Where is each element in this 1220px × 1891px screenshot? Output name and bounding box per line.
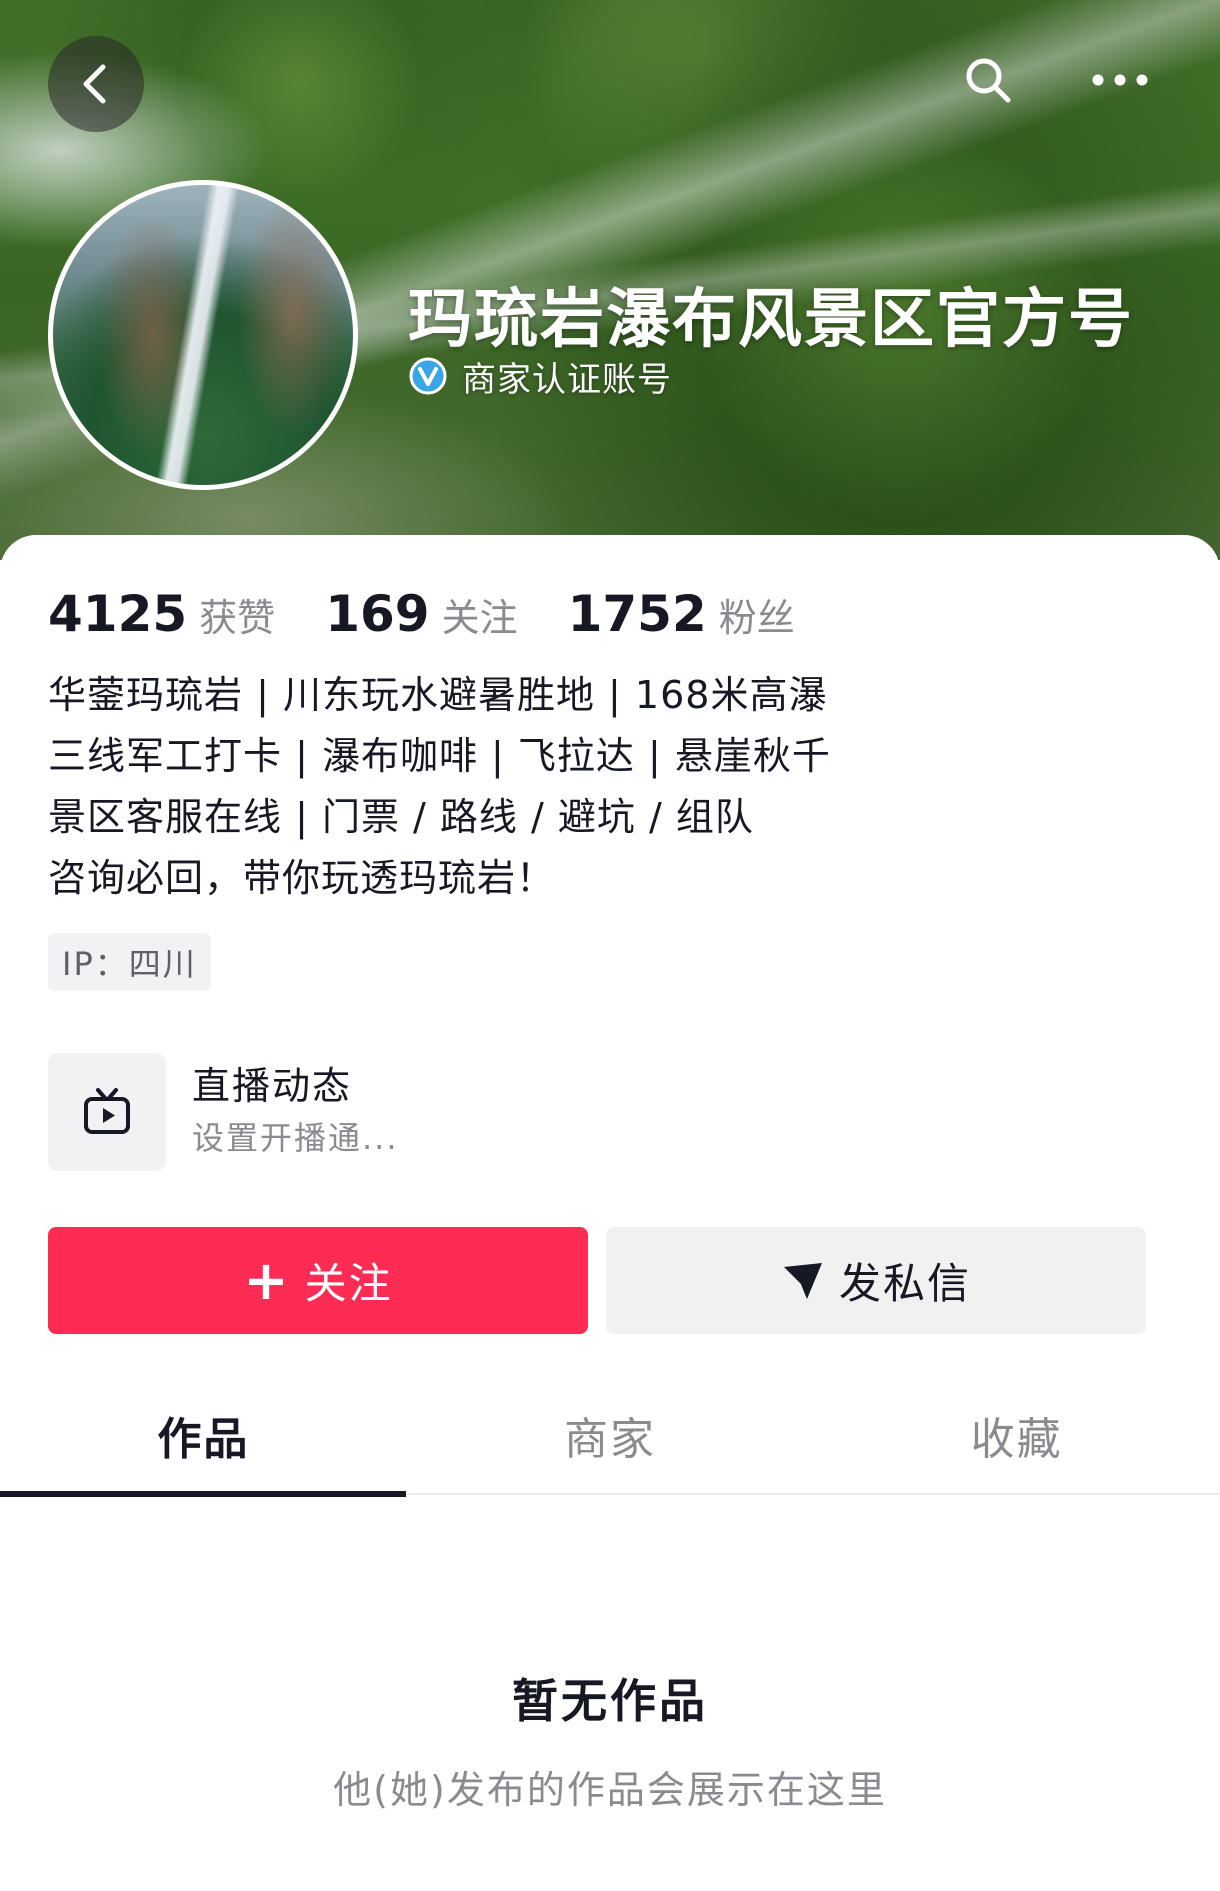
follow-label: 关注 (304, 1259, 393, 1308)
chevron-left-icon (83, 64, 106, 104)
search-icon (966, 58, 1011, 103)
verified-label: 商家认证账号 (462, 359, 672, 400)
back-button[interactable] (48, 36, 144, 132)
bio: 华蓥玛琉岩 | 川东玩水避暑胜地 | 168米高瀑 三线军工打卡 | 瀑布咖啡 … (48, 665, 1148, 909)
plus-icon: + (243, 1248, 291, 1312)
stat-followers-value: 1752 (567, 585, 707, 643)
live-icon-box (48, 1053, 166, 1171)
stat-followers[interactable]: 1752 粉丝 (568, 585, 795, 643)
more-button[interactable] (1072, 32, 1168, 128)
stat-following-value: 169 (325, 585, 430, 643)
message-label: 发私信 (838, 1259, 971, 1308)
live-text: 直播动态 设置开播通... (192, 1060, 399, 1164)
empty-state: 暂无作品 他(她)发布的作品会展示在这里 (0, 1665, 1220, 1814)
live-subtitle: 设置开播通... (192, 1119, 399, 1157)
account-name: 玛琉岩瀑布风景区官方号 (408, 283, 1134, 357)
search-button[interactable] (940, 32, 1036, 128)
follow-button[interactable]: + 关注 (48, 1227, 588, 1334)
live-title: 直播动态 (192, 1064, 353, 1108)
stat-likes[interactable]: 4125 获赞 (48, 585, 275, 643)
avatar[interactable] (48, 180, 358, 490)
bio-line: 咨询必回，带你玩透玛琉岩！ (48, 856, 556, 900)
empty-title: 暂无作品 (512, 1674, 708, 1728)
profile-card: 4125 获赞 169 关注 1752 粉丝 华蓥玛琉岩 | 川东玩水避暑胜地 … (0, 535, 1220, 1891)
action-buttons: + 关注 发私信 (48, 1227, 1146, 1334)
empty-subtitle: 他(她)发布的作品会展示在这里 (333, 1768, 887, 1812)
bio-line: 华蓥玛琉岩 | 川东玩水避暑胜地 | 168米高瀑 (48, 673, 828, 717)
tv-play-icon (84, 1088, 130, 1134)
stat-following-label: 关注 (441, 596, 518, 640)
verified-badge[interactable]: 商家认证账号 (408, 354, 672, 400)
stat-likes-value: 4125 (48, 585, 188, 643)
stat-likes-label: 获赞 (199, 596, 276, 640)
bio-line: 景区客服在线 | 门票 / 路线 / 避坑 / 组队 (48, 795, 754, 839)
stats-row: 4125 获赞 169 关注 1752 粉丝 (48, 585, 845, 643)
tab-favorites[interactable]: 收藏 (813, 1375, 1220, 1495)
stat-followers-label: 粉丝 (718, 596, 795, 640)
stat-following[interactable]: 169 关注 (325, 585, 517, 643)
message-button[interactable]: 发私信 (606, 1227, 1146, 1334)
bio-line: 三线军工打卡 | 瀑布咖啡 | 飞拉达 | 悬崖秋千 (48, 734, 831, 778)
content-tabs: 作品 商家 收藏 (0, 1375, 1220, 1497)
verified-badge-icon (409, 357, 447, 395)
tab-works[interactable]: 作品 (0, 1375, 407, 1497)
live-status-entry[interactable]: 直播动态 设置开播通... (48, 1053, 399, 1171)
more-horizontal-icon (1092, 74, 1148, 86)
ip-location-tag: IP：四川 (48, 933, 211, 991)
send-icon (783, 1262, 822, 1299)
tab-merchant[interactable]: 商家 (407, 1375, 814, 1495)
profile-page: 玛琉岩瀑布风景区官方号 商家认证账号 4125 获赞 169 关注 1752 粉… (0, 0, 1220, 1891)
